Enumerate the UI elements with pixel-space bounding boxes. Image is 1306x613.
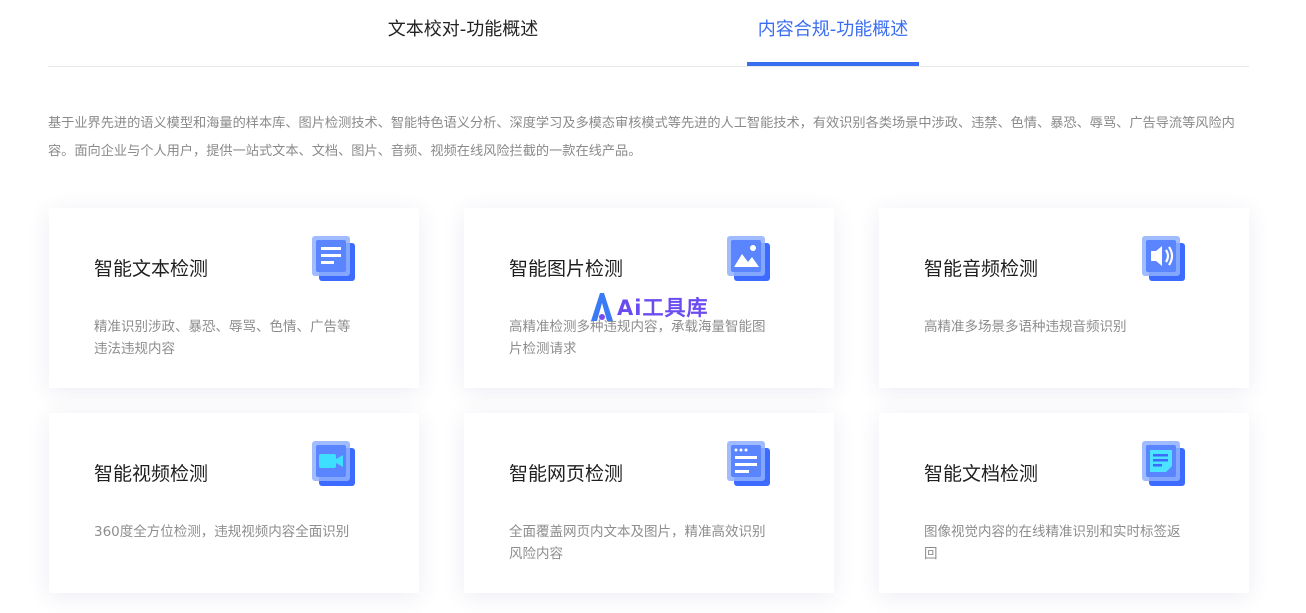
card-title: 智能网页检测 xyxy=(509,463,624,485)
tab-bar: 文本校对-功能概述 内容合规-功能概述 xyxy=(48,0,1249,67)
card-description: 全面覆盖网页内文本及图片，精准高效识别风险内容 xyxy=(509,524,766,562)
card-title: 智能图片检测 xyxy=(509,258,624,280)
card-webpage-detection[interactable]: 智能网页检测 全面覆盖网页内文本及图片，精准高效识别风险内容 xyxy=(464,413,834,593)
card-description: 图像视觉内容的在线精准识别和实时标签返回 xyxy=(924,524,1181,562)
speaker-icon xyxy=(1142,236,1185,281)
tab-content-compliance-overview[interactable]: 内容合规-功能概述 xyxy=(747,0,919,66)
card-title: 智能视频检测 xyxy=(94,463,209,485)
watermark-a-icon xyxy=(591,293,613,321)
card-description: 360度全方位检测，违规视频内容全面识别 xyxy=(94,524,350,540)
product-description: 基于业界先进的语义模型和海量的样本库、图片检测技术、智能特色语义分析、深度学习及… xyxy=(48,116,1235,159)
document-note-icon xyxy=(1142,441,1185,486)
card-title: 智能音频检测 xyxy=(924,258,1039,280)
card-title: 智能文档检测 xyxy=(924,463,1039,485)
text-document-icon xyxy=(312,236,355,281)
card-document-detection[interactable]: 智能文档检测 图像视觉内容的在线精准识别和实时标签返回 xyxy=(879,413,1249,593)
card-text-detection[interactable]: 智能文本检测 精准识别涉政、暴恐、辱骂、色情、广告等违法违规内容 xyxy=(49,208,419,388)
watermark-text: Ai工具库 xyxy=(617,296,709,320)
card-video-detection[interactable]: 智能视频检测 360度全方位检测，违规视频内容全面识别 xyxy=(49,413,419,593)
card-description: 精准识别涉政、暴恐、辱骂、色情、广告等违法违规内容 xyxy=(94,319,351,357)
card-title: 智能文本检测 xyxy=(94,258,209,280)
tab-text-proofreading-overview[interactable]: 文本校对-功能概述 xyxy=(378,0,548,65)
video-camera-icon xyxy=(312,441,355,486)
card-audio-detection[interactable]: 智能音频检测 高精准多场景多语种违规音频识别 xyxy=(879,208,1249,388)
webpage-icon xyxy=(727,441,770,486)
card-description: 高精准多场景多语种违规音频识别 xyxy=(924,319,1127,335)
image-icon xyxy=(727,236,770,281)
watermark-logo: Ai工具库 xyxy=(589,289,708,325)
